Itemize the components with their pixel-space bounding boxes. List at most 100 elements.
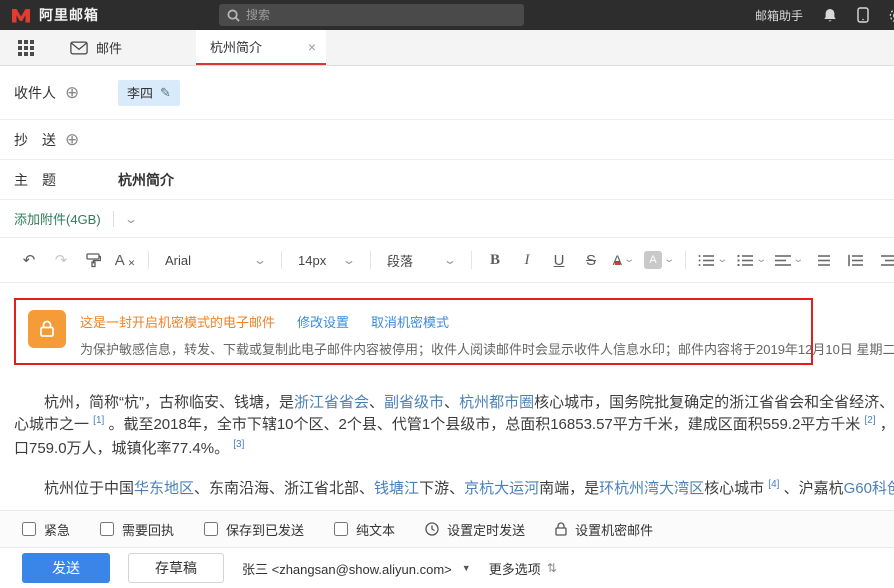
subject-row[interactable]: 主 题 杭州简介 (0, 160, 894, 200)
alimail-logo-icon (10, 6, 32, 24)
body-reference[interactable]: [2] (864, 415, 875, 426)
mobile-app-icon[interactable] (857, 7, 869, 23)
recipient-chip-name: 李四 (127, 83, 153, 102)
body-text: 、 (369, 394, 384, 411)
italic-button[interactable]: I (512, 245, 542, 275)
apps-grid-icon[interactable] (0, 30, 52, 65)
body-text: 杭州位于中国 (14, 480, 134, 497)
body-link[interactable]: 京杭大运河 (464, 480, 539, 497)
up-down-arrows-icon: ⇅ (547, 561, 557, 575)
modify-settings-link[interactable]: 修改设置 (297, 312, 349, 331)
top-right-actions: 邮箱助手 (755, 7, 894, 24)
highlight-color-button[interactable]: A ⌄ (640, 245, 677, 275)
add-recipient-icon[interactable]: ⊕ (65, 84, 79, 101)
body-link[interactable]: 华东地区 (134, 480, 194, 497)
option-urgent[interactable]: 紧急 (22, 520, 70, 539)
underline-button[interactable]: U (544, 245, 574, 275)
confidential-label: 设置机密邮件 (575, 520, 653, 539)
option-receipt[interactable]: 需要回执 (100, 520, 174, 539)
option-timed-send[interactable]: 设置定时发送 (425, 520, 525, 539)
option-confidential[interactable]: 设置机密邮件 (555, 520, 653, 539)
urgent-checkbox[interactable] (22, 522, 36, 536)
subject-value[interactable]: 杭州简介 (118, 170, 174, 190)
receipt-checkbox[interactable] (100, 522, 114, 536)
clock-icon (425, 522, 439, 536)
paragraph-select[interactable]: 段落 ⌄ (379, 245, 463, 275)
save-sent-checkbox[interactable] (204, 522, 218, 536)
body-reference[interactable]: [3] (233, 439, 244, 450)
tab-compose-active[interactable]: 杭州简介 × (196, 30, 326, 65)
option-save-sent[interactable]: 保存到已发送 (204, 520, 304, 539)
caret-down-icon: ▼ (462, 563, 471, 573)
compose-window: 阿里邮箱 邮箱助手 (0, 0, 894, 588)
bold-button[interactable]: B (480, 245, 510, 275)
receipt-label: 需要回执 (122, 520, 174, 539)
option-plain-text[interactable]: 纯文本 (334, 520, 395, 539)
chevron-down-icon: ⌄ (623, 255, 635, 265)
brand: 阿里邮箱 (10, 5, 99, 25)
confidential-title: 这是一封开启机密模式的电子邮件 (80, 312, 275, 331)
add-cc-icon[interactable]: ⊕ (65, 131, 79, 148)
search-input[interactable] (246, 8, 516, 22)
cc-row[interactable]: 抄 送 ⊕ (0, 120, 894, 160)
body-reference[interactable]: [1] (93, 415, 104, 426)
justify-button[interactable] (809, 245, 839, 275)
body-link[interactable]: 浙江省省会 (294, 394, 369, 411)
chevron-down-icon: ⌄ (755, 255, 767, 265)
divider (113, 211, 114, 227)
numbered-list-button[interactable]: ⌄ (733, 245, 769, 275)
bullet-list-button[interactable]: ⌄ (694, 245, 730, 275)
chevron-down-icon: ⌄ (253, 254, 267, 266)
brand-name: 阿里邮箱 (39, 5, 99, 25)
undo-button[interactable]: ↶ (14, 245, 44, 275)
font-size-value: 14px (298, 253, 326, 268)
body-text: 。截至2018年，全市下辖10个区、2个县、代管1个县级市，总面积16853.5… (104, 416, 864, 433)
body-text: 、东南沿海、浙江省北部、 (194, 480, 374, 497)
more-options-button[interactable]: 更多选项 ⇅ (489, 559, 557, 578)
indent-button[interactable] (873, 245, 894, 275)
edit-pencil-icon[interactable]: ✎ (160, 85, 171, 101)
tab-mail-label: 邮件 (96, 38, 122, 57)
strikethrough-button[interactable]: S (576, 245, 606, 275)
format-painter-icon[interactable] (78, 245, 108, 275)
search-box[interactable] (219, 4, 524, 26)
body-reference[interactable]: [4] (768, 479, 779, 490)
bell-icon[interactable] (823, 8, 837, 23)
body-link[interactable]: G60科创走廊 (844, 480, 894, 497)
search-icon (227, 9, 240, 22)
recipient-label: 收件人 (14, 83, 56, 103)
cc-label: 抄 送 (14, 130, 56, 150)
body-link[interactable]: 副省级市 (384, 394, 444, 411)
urgent-label: 紧急 (44, 520, 70, 539)
plain-text-checkbox[interactable] (334, 522, 348, 536)
attachment-chevron-down-icon[interactable]: ⌄ (124, 213, 138, 225)
top-bar: 阿里邮箱 邮箱助手 (0, 0, 894, 30)
divider (471, 251, 472, 269)
align-button[interactable]: ⌄ (771, 245, 806, 275)
body-line: 口759.0万人，城镇化率77.4%。 [3] (14, 438, 894, 462)
body-line: 杭州，简称“杭”，古称临安、钱塘，是浙江省省会、副省级市、杭州都市圈核心城市，国… (14, 392, 894, 414)
body-link[interactable]: 环杭州湾大湾区 (599, 480, 704, 497)
tab-mail[interactable]: 邮件 (52, 30, 152, 65)
body-link[interactable]: 杭州都市圈 (459, 394, 534, 411)
font-color-button[interactable]: A ⌄ (608, 245, 638, 275)
redo-button[interactable]: ↷ (46, 245, 76, 275)
font-size-select[interactable]: 14px ⌄ (290, 245, 362, 275)
outdent-button[interactable] (841, 245, 871, 275)
chevron-down-icon: ⌄ (663, 255, 675, 265)
tab-close-icon[interactable]: × (308, 39, 316, 55)
mail-assistant-link[interactable]: 邮箱助手 (755, 7, 803, 24)
send-button[interactable]: 发送 (22, 553, 110, 583)
cancel-confidential-link[interactable]: 取消机密模式 (371, 312, 449, 331)
lock-icon (28, 310, 66, 348)
mail-body-editor[interactable]: 杭州，简称“杭”，古称临安、钱塘，是浙江省省会、副省级市、杭州都市圈核心城市，国… (0, 379, 894, 510)
sender-select[interactable]: 张三 <zhangsan@show.aliyun.com> ▼ (242, 559, 471, 578)
settings-icon[interactable] (889, 8, 894, 23)
body-link[interactable]: 钱塘江 (374, 480, 419, 497)
clear-format-button[interactable]: A✕ (110, 245, 140, 275)
save-draft-button[interactable]: 存草稿 (128, 553, 224, 583)
recipient-chip[interactable]: 李四 ✎ (118, 80, 180, 106)
add-attachment-button[interactable]: 添加附件(4GB) (14, 209, 101, 228)
font-family-select[interactable]: Arial ⌄ (157, 245, 273, 275)
recipient-row[interactable]: 收件人 ⊕ 李四 ✎ (0, 66, 894, 120)
